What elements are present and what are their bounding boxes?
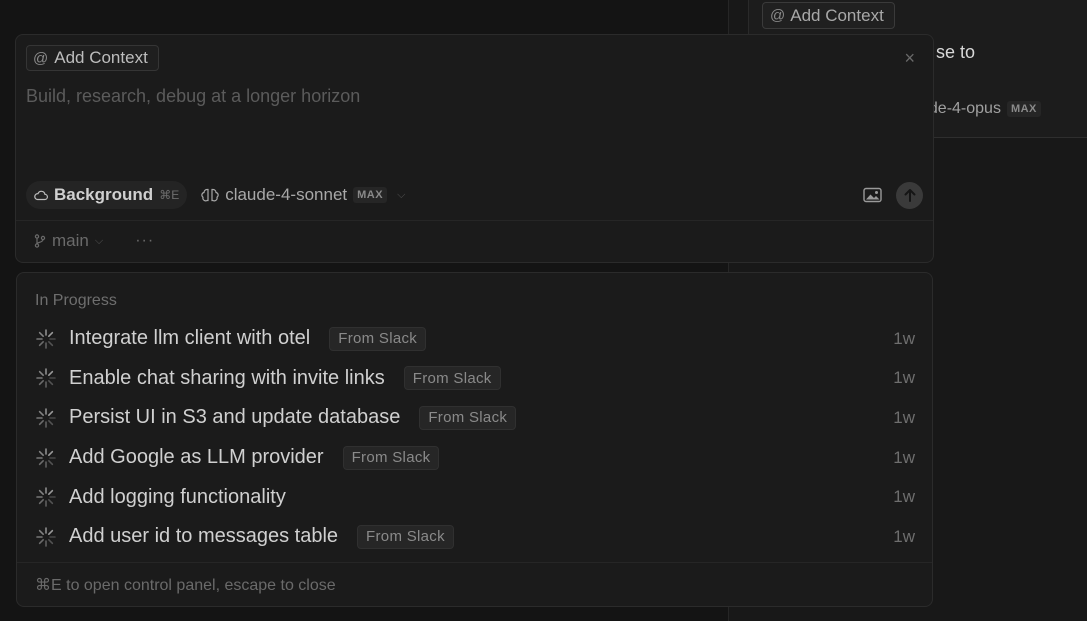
git-branch-icon: [34, 234, 46, 248]
background-mode-button[interactable]: Background ⌘E: [26, 181, 188, 209]
cloud-icon: [34, 190, 48, 201]
source-badge: From Slack: [403, 366, 501, 391]
panel-divider: [17, 562, 932, 563]
task-age: 1w: [893, 526, 915, 546]
background-mode-label: Background: [54, 185, 154, 204]
task-title: Persist UI in S3 and update database: [69, 406, 401, 429]
branch-name: main: [52, 231, 89, 250]
branch-selector[interactable]: main ⌵ ···: [34, 231, 154, 251]
task-row[interactable]: Integrate llm client with otel From Slack…: [35, 319, 915, 359]
task-age: 1w: [893, 447, 915, 467]
add-context-label: Add Context: [54, 48, 148, 67]
at-icon: @: [770, 7, 786, 24]
task-row[interactable]: Add Google as LLM provider From Slack 1w: [35, 438, 915, 478]
section-title: In Progress: [35, 292, 117, 309]
task-row[interactable]: Add user id to messages table From Slack 1…: [35, 517, 915, 557]
spinner-icon: [36, 368, 56, 389]
spinner-icon: [36, 526, 56, 547]
arrow-up-icon: [904, 189, 915, 202]
source-badge: From Slack: [329, 326, 427, 351]
task-age: 1w: [893, 487, 915, 507]
more-options-button[interactable]: ···: [135, 232, 154, 250]
model-selector[interactable]: claude-4-sonnet MAX ⌵: [201, 185, 405, 205]
composer-actions: [863, 181, 923, 209]
add-context-button[interactable]: @ Add Context: [26, 45, 159, 71]
task-row[interactable]: Enable chat sharing with invite links Fro…: [35, 359, 915, 399]
background-message-fragment: se to: [936, 42, 976, 62]
background-shortcut: ⌘E: [159, 188, 180, 202]
keyboard-hint: ⌘E to open control panel, escape to clos…: [35, 577, 336, 594]
composer-toolbar: Background ⌘E claude-4-sonnet MAX ⌵: [26, 181, 923, 209]
task-title: Add logging functionality: [69, 485, 286, 508]
chevron-down-icon: ⌵: [94, 234, 104, 247]
spinner-icon: [36, 328, 56, 349]
at-icon: @: [33, 49, 49, 67]
brain-icon: [201, 188, 219, 202]
source-badge: From Slack: [342, 445, 440, 470]
task-age: 1w: [893, 328, 915, 348]
task-title: Integrate llm client with otel: [69, 327, 311, 350]
image-icon[interactable]: [863, 187, 882, 203]
max-mode-tag: MAX: [353, 187, 388, 203]
agents-panel: In Progress Integrate llm client with ot…: [16, 272, 933, 607]
prompt-input[interactable]: Build, research, debug at a longer horiz…: [26, 86, 360, 107]
task-title: Enable chat sharing with invite links: [69, 366, 385, 389]
composer-panel: @ Add Context × Build, research, debug a…: [15, 34, 934, 263]
background-model-selector[interactable]: ude-4-opus MAX: [920, 100, 1041, 118]
background-max-tag: MAX: [1006, 101, 1041, 117]
task-title: Add user id to messages table: [69, 525, 339, 548]
task-age: 1w: [893, 368, 915, 388]
task-row[interactable]: Add logging functionality 1w: [35, 477, 915, 517]
close-icon[interactable]: ×: [904, 49, 915, 67]
task-row[interactable]: Persist UI in S3 and update database From…: [35, 398, 915, 438]
spinner-icon: [36, 487, 56, 507]
composer-divider: [16, 220, 933, 221]
chevron-down-icon: ⌵: [397, 188, 406, 201]
source-badge: From Slack: [357, 524, 454, 549]
task-age: 1w: [893, 407, 915, 427]
spinner-icon: [36, 447, 56, 468]
task-title: Add Google as LLM provider: [69, 446, 324, 469]
background-add-context-chip[interactable]: @ Add Context: [762, 2, 895, 29]
task-list: Integrate llm client with otel From Slack…: [35, 319, 915, 557]
model-name: claude-4-sonnet: [225, 185, 348, 204]
spinner-icon: [36, 408, 56, 428]
source-badge: From Slack: [419, 405, 517, 430]
send-button[interactable]: [896, 181, 923, 209]
background-add-context-label: Add Context: [790, 5, 884, 25]
